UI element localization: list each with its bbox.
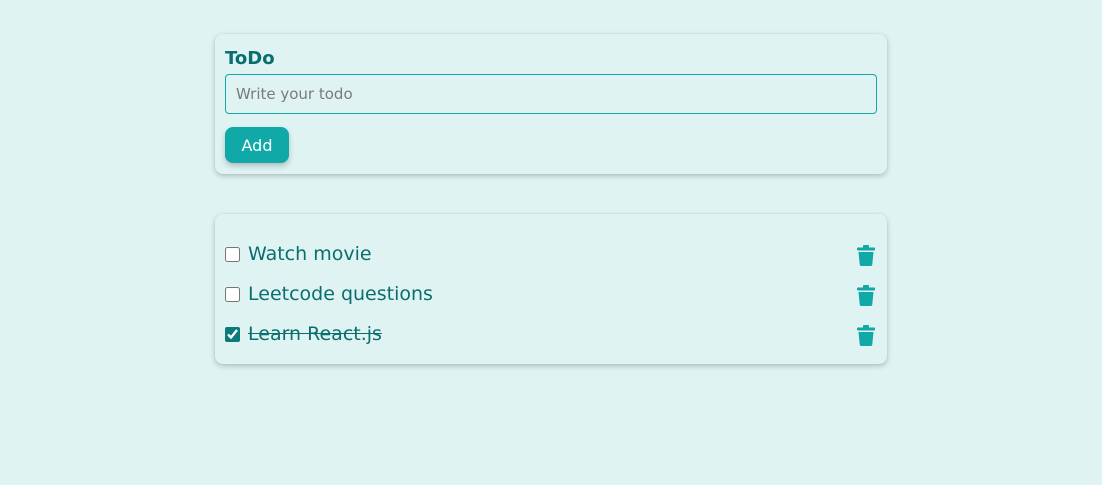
add-button[interactable]: Add [225, 127, 289, 163]
todo-checkbox[interactable] [225, 246, 240, 262]
list-item: Learn React.js [225, 314, 877, 354]
delete-button[interactable] [855, 323, 877, 347]
todo-checkbox[interactable] [225, 326, 240, 342]
delete-button[interactable] [855, 283, 877, 307]
page-title: ToDo [225, 48, 275, 69]
list-item: Leetcode questions [225, 274, 877, 314]
trash-icon [857, 244, 875, 266]
todo-text: Learn React.js [248, 323, 382, 345]
todo-input[interactable] [225, 74, 877, 114]
todo-text: Watch movie [248, 243, 372, 265]
todo-checkbox[interactable] [225, 286, 240, 302]
todo-text: Leetcode questions [248, 283, 433, 305]
trash-icon [857, 324, 875, 346]
todo-list: Watch movie Leetcode questions Learn Rea… [225, 234, 877, 354]
trash-icon [857, 284, 875, 306]
todo-list-card: Watch movie Leetcode questions Learn Rea… [215, 214, 887, 364]
todo-form-card: ToDo Add [215, 34, 887, 174]
list-item: Watch movie [225, 234, 877, 274]
delete-button[interactable] [855, 243, 877, 267]
